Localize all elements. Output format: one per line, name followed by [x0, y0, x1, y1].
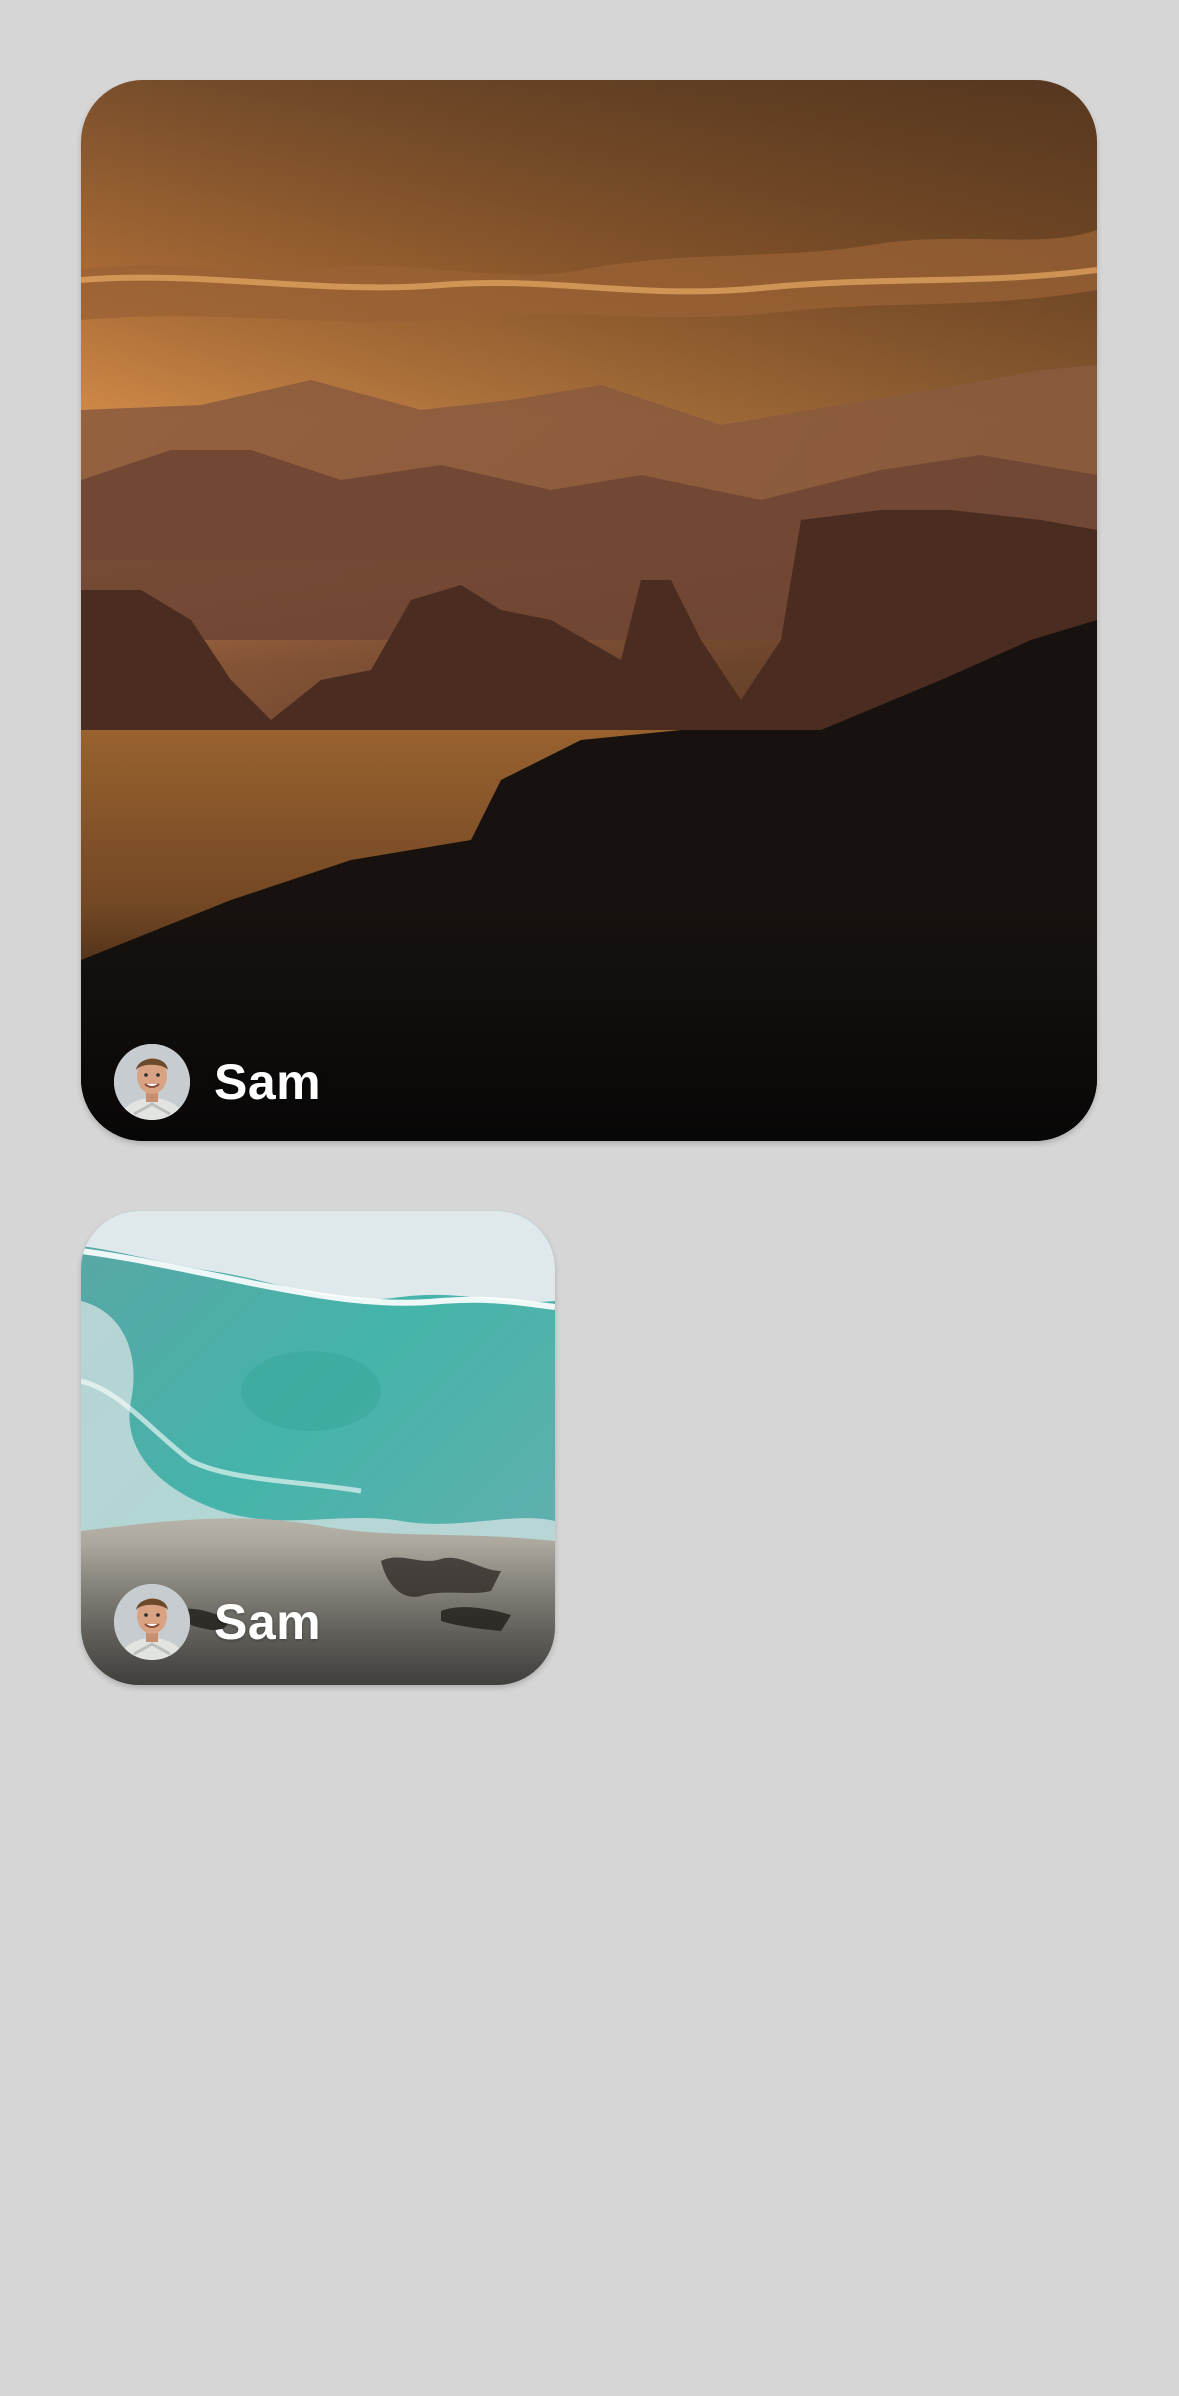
post-author[interactable]: Sam — [114, 1584, 321, 1660]
post-author[interactable]: Sam — [114, 1044, 321, 1120]
desert-sunset-image — [81, 80, 1097, 1141]
person-avatar-icon[interactable] — [114, 1044, 190, 1120]
person-avatar-icon[interactable] — [114, 1584, 190, 1660]
photo-card-small[interactable]: Sam — [81, 1211, 555, 1685]
author-name[interactable]: Sam — [214, 1053, 321, 1111]
author-name[interactable]: Sam — [214, 1593, 321, 1651]
photo-card-large[interactable]: Sam — [81, 80, 1097, 1141]
